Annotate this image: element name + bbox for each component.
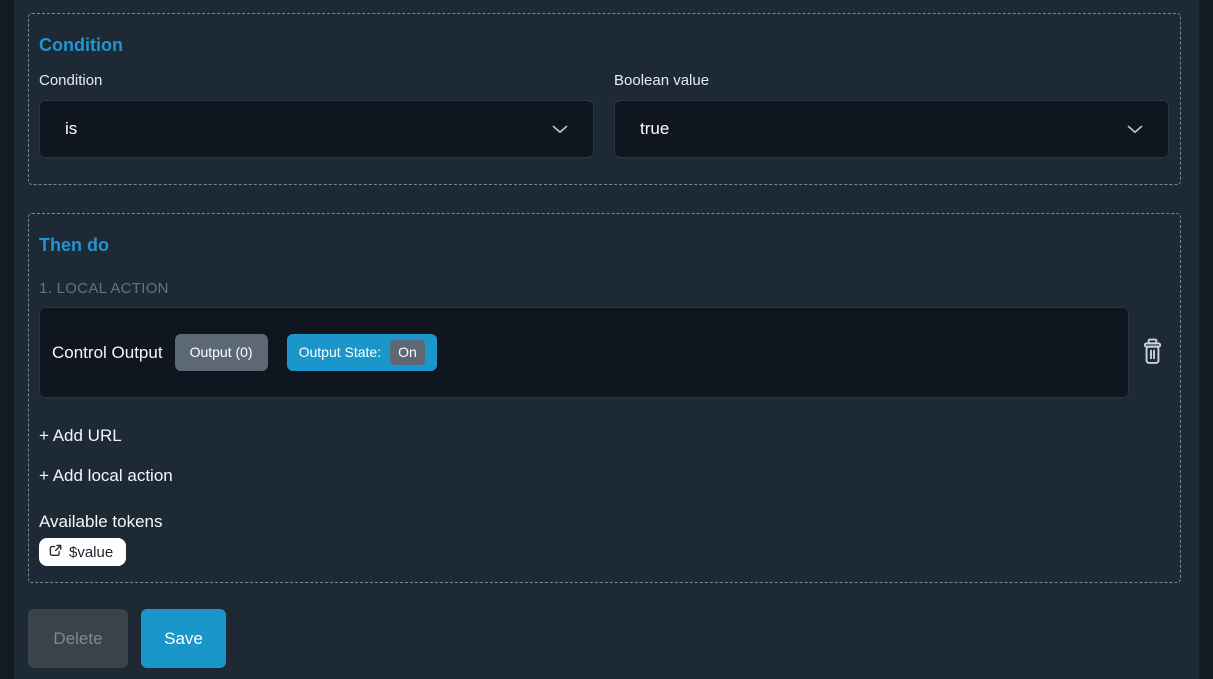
available-tokens-label: Available tokens: [39, 511, 1169, 532]
condition-select[interactable]: is: [39, 100, 594, 158]
chevron-down-icon: [1127, 119, 1143, 139]
trash-icon: [1141, 338, 1164, 368]
boolean-value-select-value: true: [640, 119, 669, 139]
boolean-value-field: Boolean value true: [614, 72, 1169, 158]
condition-section: Condition Condition is Boolean value tru…: [28, 13, 1181, 185]
local-action-row: Control Output Output (0) Output State: …: [39, 307, 1169, 398]
boolean-value-select[interactable]: true: [614, 100, 1169, 158]
boolean-value-field-label: Boolean value: [614, 72, 1169, 90]
local-action-step-label: 1. LOCAL ACTION: [39, 280, 1169, 298]
condition-fields: Condition is Boolean value true: [39, 72, 1169, 158]
delete-button[interactable]: Delete: [28, 609, 128, 668]
token-value-label: $value: [69, 544, 113, 561]
output-state-label: Output State:: [299, 344, 382, 361]
action-name: Control Output: [52, 343, 163, 363]
output-state-button[interactable]: Output State: On: [287, 334, 437, 371]
footer-actions: Delete Save: [28, 609, 1181, 668]
condition-field-label: Condition: [39, 72, 594, 90]
add-url-button[interactable]: + Add URL: [39, 425, 122, 446]
output-param-button[interactable]: Output (0): [175, 334, 268, 371]
rule-editor: Condition Condition is Boolean value tru…: [14, 0, 1199, 679]
add-local-action-button[interactable]: + Add local action: [39, 465, 173, 486]
chevron-down-icon: [552, 119, 568, 139]
external-link-icon: [49, 544, 62, 561]
output-state-value: On: [390, 340, 425, 365]
local-action-card[interactable]: Control Output Output (0) Output State: …: [39, 307, 1129, 398]
condition-field: Condition is: [39, 72, 594, 158]
then-do-section-title: Then do: [39, 234, 1169, 256]
condition-select-value: is: [65, 119, 77, 139]
delete-action-button[interactable]: [1139, 336, 1166, 370]
then-do-section: Then do 1. LOCAL ACTION Control Output O…: [28, 213, 1181, 583]
save-button[interactable]: Save: [141, 609, 226, 668]
condition-section-title: Condition: [39, 34, 1169, 56]
token-value-chip[interactable]: $value: [39, 538, 126, 566]
